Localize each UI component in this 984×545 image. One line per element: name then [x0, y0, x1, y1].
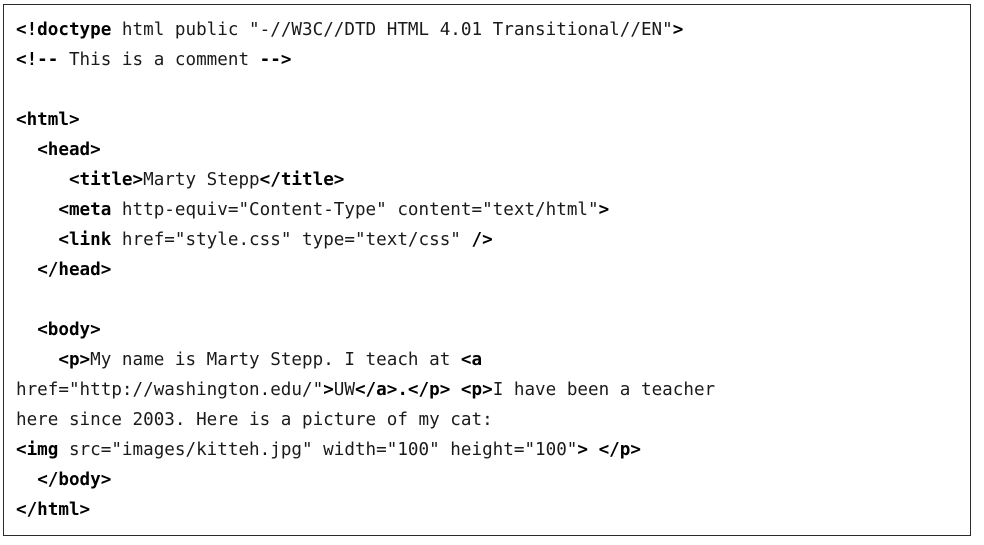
line-head-close: </head>: [16, 255, 970, 285]
code-markup-segment: </p>: [598, 440, 641, 460]
line-head-open: <head>: [16, 135, 970, 165]
code-markup-segment: <!doctype: [16, 20, 112, 40]
code-text-segment: This is a comment: [58, 50, 260, 70]
code-markup-segment: <p>: [58, 350, 91, 370]
code-text-segment: here since 2003. Here is a picture of my…: [16, 410, 493, 430]
code-markup-segment: <!--: [16, 50, 59, 70]
code-text-segment: [450, 380, 461, 400]
code-text-segment: href="http://washington.edu/": [16, 380, 324, 400]
line-blank-2: [16, 285, 970, 315]
code-text-segment: My name is Marty Stepp. I teach at: [90, 350, 461, 370]
code-text-segment: [16, 470, 37, 490]
code-markup-segment: >: [598, 200, 610, 220]
code-text-segment: Marty Stepp: [143, 170, 260, 190]
code-markup-segment: </body>: [37, 470, 112, 490]
line-html-close: </html>: [16, 495, 970, 525]
code-markup-segment: >: [323, 380, 334, 400]
code-text-segment: html public "-//W3C//DTD HTML 4.01 Trans…: [111, 20, 673, 40]
code-markup-segment: </html>: [16, 500, 91, 520]
code-markup-segment: <meta: [58, 200, 112, 220]
code-text-segment: [16, 140, 37, 160]
code-text-segment: [16, 170, 69, 190]
line-doctype: <!doctype html public "-//W3C//DTD HTML …: [16, 15, 970, 45]
code-markup-segment: </a>.</p>: [354, 380, 451, 400]
code-markup-segment: -->: [259, 50, 292, 70]
line-html-open: <html>: [16, 105, 970, 135]
code-markup-segment: />: [471, 230, 493, 250]
code-markup-segment: <body>: [37, 320, 101, 340]
line-meta: <meta http-equiv="Content-Type" content=…: [16, 195, 970, 225]
line-img: <img src="images/kitteh.jpg" width="100"…: [16, 435, 970, 465]
code-markup-segment: <link: [58, 230, 112, 250]
line-link: <link href="style.css" type="text/css" /…: [16, 225, 970, 255]
line-body-open: <body>: [16, 315, 970, 345]
code-markup-segment: <title>: [68, 170, 144, 190]
code-markup-segment: <a: [460, 350, 483, 370]
code-text-segment: I have been a teacher: [492, 380, 716, 400]
code-text-segment: [16, 320, 37, 340]
code-text-segment: href="style.css" type="text/css": [111, 230, 472, 250]
code-text-segment: [16, 200, 58, 220]
line-paragraph-2-wrap: here since 2003. Here is a picture of my…: [16, 405, 970, 435]
code-text-segment: [16, 260, 37, 280]
line-paragraph-1: <p>My name is Marty Stepp. I teach at <a: [16, 345, 970, 375]
code-text-segment: UW: [333, 380, 355, 400]
line-title: <title>Marty Stepp</title>: [16, 165, 970, 195]
code-text-segment: src="images/kitteh.jpg" width="100" heig…: [58, 440, 578, 460]
code-markup-segment: </head>: [37, 260, 112, 280]
code-markup-segment: </title>: [259, 170, 345, 190]
code-markup-segment: >: [577, 440, 588, 460]
code-listing-body: <!doctype html public "-//W3C//DTD HTML …: [16, 15, 970, 525]
line-body-close: </body>: [16, 465, 970, 495]
line-comment: <!-- This is a comment -->: [16, 45, 970, 75]
code-text-segment: [588, 440, 599, 460]
code-listing-frame: <!doctype html public "-//W3C//DTD HTML …: [3, 4, 971, 536]
code-markup-segment: <head>: [37, 140, 101, 160]
line-anchor-wrap: href="http://washington.edu/">UW</a>.</p…: [16, 375, 970, 405]
code-markup-segment: <img: [16, 440, 59, 460]
code-text-segment: http-equiv="Content-Type" content="text/…: [111, 200, 599, 220]
line-blank-1: [16, 75, 970, 105]
code-markup-segment: <html>: [16, 110, 80, 130]
code-text-segment: [16, 350, 58, 370]
code-markup-segment: >: [672, 20, 684, 40]
code-markup-segment: <p>: [460, 380, 493, 400]
code-text-segment: [16, 230, 58, 250]
